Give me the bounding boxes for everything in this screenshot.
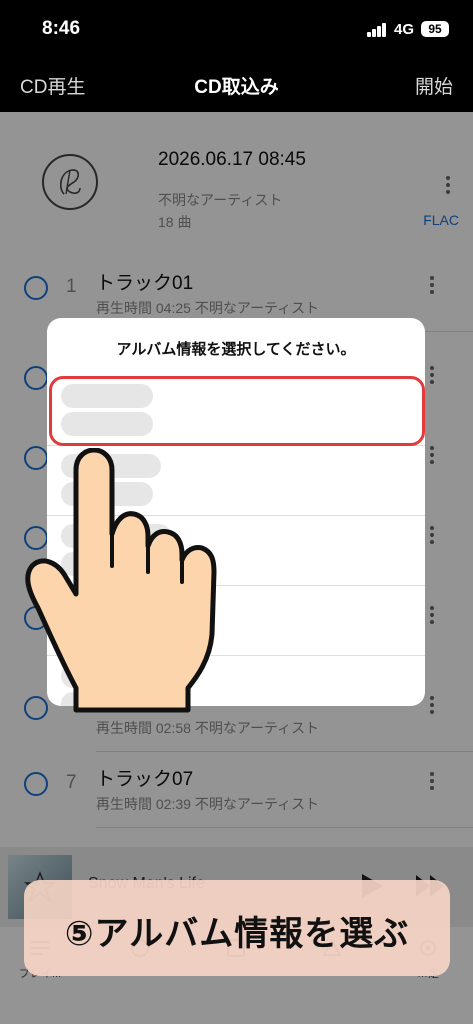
nav-bar: CD再生 CD取込み 開始 — [0, 60, 473, 112]
pointing-hand-icon — [20, 447, 220, 723]
caption-banner: ⑤アルバム情報を選ぶ — [24, 880, 450, 976]
selection-highlight — [49, 376, 425, 446]
battery-icon: 95 — [421, 21, 449, 37]
status-time: 8:46 — [42, 18, 81, 39]
network-label: 4G — [394, 21, 415, 38]
caption-text: ⑤アルバム情報を選ぶ — [64, 915, 410, 953]
page-title: CD取込み — [194, 77, 279, 98]
start-button[interactable]: 開始 — [415, 72, 453, 99]
dialog-title: アルバム情報を選択してください。 — [116, 341, 356, 358]
status-bar: 8:46 4G 95 — [0, 0, 473, 60]
signal-icon — [367, 23, 387, 37]
